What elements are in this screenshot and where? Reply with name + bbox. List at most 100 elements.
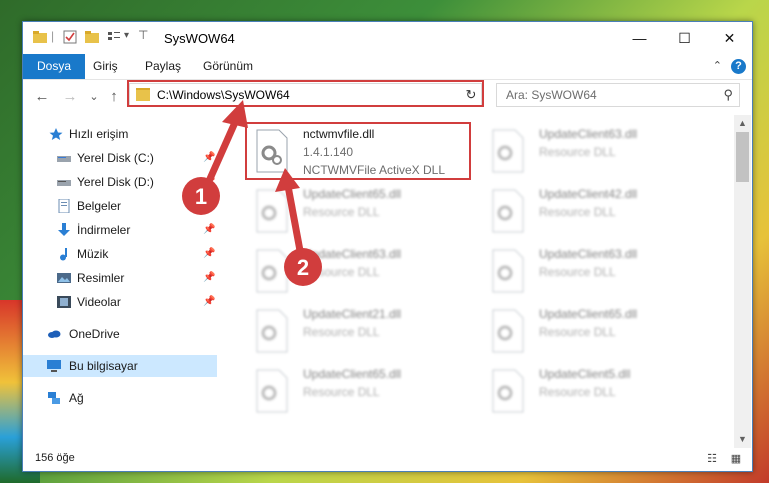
close-button[interactable]: ✕	[707, 22, 752, 54]
file-explorer-window: | ▾ ⊤ SysWOW64 — ☐ ✕ Dosya Giriş Paylaş …	[22, 21, 753, 472]
file-name: UpdateClient21.dll	[303, 307, 402, 321]
new-folder-icon[interactable]	[85, 30, 99, 44]
file-description: Resource DLL	[539, 385, 616, 399]
maximize-button[interactable]: ☐	[662, 22, 707, 54]
view-options-icon[interactable]	[107, 30, 121, 44]
properties-icon[interactable]	[63, 30, 77, 44]
pin-toolbar-icon[interactable]: ⊤	[138, 28, 148, 42]
pin-icon[interactable]: 📌	[203, 219, 215, 241]
dll-file-icon	[492, 129, 524, 173]
tab-home[interactable]: Giriş	[81, 54, 130, 79]
dll-file-icon	[256, 249, 288, 293]
tab-share[interactable]: Paylaş	[133, 54, 193, 79]
collapse-ribbon-icon[interactable]: ⌃	[713, 59, 722, 72]
ribbon-tabs: Dosya Giriş Paylaş Görünüm ⌃ ?	[23, 54, 752, 80]
up-button[interactable]: ↑	[105, 88, 123, 106]
address-highlight-box	[127, 80, 484, 107]
file-name: UpdateClient65.dll	[303, 187, 402, 201]
dll-file-icon	[256, 369, 288, 413]
pin-icon[interactable]: 📌	[203, 267, 215, 289]
status-bar: 156 öğe ☷ ▦	[23, 448, 752, 471]
dll-file-icon	[492, 369, 524, 413]
file-tile[interactable]: UpdateClient65.dll Resource DLL	[483, 303, 713, 359]
help-button[interactable]: ?	[731, 59, 746, 74]
scroll-up-icon[interactable]: ▲	[734, 115, 751, 132]
file-description: Resource DLL	[303, 205, 380, 219]
navigation-bar: ← → ⌄ ↑ C:\Windows\SysWOW64 ⌄ ↻ Ara: Sys…	[23, 79, 752, 115]
sidebar-item-music[interactable]: Müzik 📌	[23, 243, 217, 265]
file-name: UpdateClient42.dll	[539, 187, 638, 201]
sidebar-item-local-disk-c[interactable]: Yerel Disk (C:) 📌	[23, 147, 217, 169]
pin-icon[interactable]: 📌	[203, 147, 215, 169]
item-count: 156 öğe	[35, 452, 75, 464]
search-input[interactable]: Ara: SysWOW64 ⚲	[496, 83, 740, 107]
pin-icon[interactable]: 📌	[203, 195, 215, 217]
forward-button[interactable]: →	[61, 88, 79, 106]
tab-file[interactable]: Dosya	[23, 54, 86, 79]
file-description: Resource DLL	[539, 325, 616, 339]
file-tile[interactable]: UpdateClient63.dll Resource DLL	[483, 243, 713, 299]
file-name: UpdateClient63.dll	[539, 247, 638, 261]
cloud-icon	[48, 330, 61, 338]
navigation-pane: Hızlı erişim Yerel Disk (C:) 📌 Yerel Dis…	[23, 115, 217, 448]
sidebar-item-downloads[interactable]: İndirmeler 📌	[23, 219, 217, 241]
file-name: UpdateClient63.dll	[303, 247, 402, 261]
pin-icon[interactable]: 📌	[203, 243, 215, 265]
file-tile[interactable]: UpdateClient5.dll Resource DLL	[483, 363, 713, 419]
file-tile[interactable]: UpdateClient63.dll Resource DLL	[483, 123, 713, 179]
star-icon	[49, 128, 63, 140]
sidebar-item-onedrive[interactable]: OneDrive	[23, 323, 217, 345]
tab-view[interactable]: Görünüm	[191, 54, 265, 79]
pictures-icon	[57, 273, 71, 283]
drive-icon	[57, 156, 71, 162]
sidebar-item-this-pc[interactable]: Bu bilgisayar	[23, 355, 217, 377]
recent-locations-button[interactable]: ⌄	[85, 88, 103, 106]
file-highlight-box	[245, 122, 471, 180]
file-tile[interactable]: UpdateClient63.dll Resource DLL	[247, 243, 477, 299]
search-placeholder: Ara: SysWOW64	[506, 88, 597, 102]
file-name: UpdateClient65.dll	[539, 307, 638, 321]
file-description: Resource DLL	[539, 145, 616, 159]
dll-file-icon	[256, 309, 288, 353]
customize-toolbar-icon[interactable]: ▾	[124, 30, 129, 41]
search-icon[interactable]: ⚲	[723, 87, 733, 103]
dll-file-icon	[256, 189, 288, 233]
file-description: Resource DLL	[303, 385, 380, 399]
minimize-button[interactable]: —	[617, 22, 662, 54]
computer-icon	[47, 360, 61, 372]
music-icon	[60, 248, 67, 261]
file-tile[interactable]: UpdateClient65.dll Resource DLL	[247, 363, 477, 419]
sidebar-item-network[interactable]: Ağ	[23, 387, 217, 409]
title-separator: |	[51, 29, 55, 43]
document-icon	[58, 199, 70, 213]
large-icons-view-icon[interactable]: ▦	[729, 452, 743, 466]
sidebar-item-documents[interactable]: Belgeler 📌	[23, 195, 217, 217]
sidebar-item-local-disk-d[interactable]: Yerel Disk (D:) 📌	[23, 171, 217, 193]
file-description: Resource DLL	[539, 205, 616, 219]
file-description: Resource DLL	[303, 265, 380, 279]
drive-icon	[57, 180, 71, 186]
file-tile[interactable]: UpdateClient21.dll Resource DLL	[247, 303, 477, 359]
folder-icon	[33, 31, 47, 43]
vertical-scrollbar[interactable]: ▲ ▼	[734, 115, 751, 448]
download-icon	[58, 223, 70, 236]
scroll-down-icon[interactable]: ▼	[734, 431, 751, 448]
video-icon	[57, 296, 71, 308]
file-description: Resource DLL	[539, 265, 616, 279]
file-description: Resource DLL	[303, 325, 380, 339]
dll-file-icon	[492, 309, 524, 353]
pin-icon[interactable]: 📌	[203, 171, 215, 193]
dll-file-icon	[492, 189, 524, 233]
sidebar-item-pictures[interactable]: Resimler 📌	[23, 267, 217, 289]
file-tile[interactable]: UpdateClient65.dll Resource DLL	[247, 183, 477, 239]
file-tile[interactable]: UpdateClient42.dll Resource DLL	[483, 183, 713, 239]
window-title: SysWOW64	[164, 31, 235, 46]
sidebar-item-quick-access[interactable]: Hızlı erişim	[23, 123, 217, 145]
title-bar: | ▾ ⊤ SysWOW64 — ☐ ✕	[23, 22, 752, 54]
back-button[interactable]: ←	[33, 88, 51, 106]
details-view-icon[interactable]: ☷	[705, 452, 719, 466]
scroll-thumb[interactable]	[736, 132, 749, 182]
sidebar-item-videos[interactable]: Videolar 📌	[23, 291, 217, 313]
dll-file-icon	[492, 249, 524, 293]
pin-icon[interactable]: 📌	[203, 291, 215, 313]
